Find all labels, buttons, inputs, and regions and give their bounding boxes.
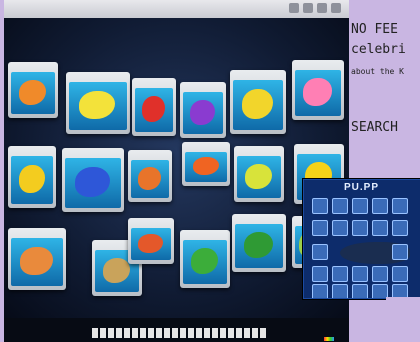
aquarium-tile[interactable] [8,62,58,118]
search-label[interactable]: SEARCH [351,120,398,135]
aquarium-tile[interactable] [128,150,172,202]
aquarium-tile-gallery [4,18,349,318]
overlay-headline-line-2: celebri [351,42,406,57]
grid-cell-icon[interactable] [332,284,348,298]
grid-cell-icon[interactable] [352,284,368,298]
grid-cell-icon[interactable] [372,220,388,236]
aquarium-tile[interactable] [182,142,230,186]
aquarium-tile[interactable] [62,148,124,212]
aquarium-tile[interactable] [234,146,284,202]
window-controls [289,3,341,13]
grid-cell-icon[interactable] [372,266,388,282]
grid-cell-icon[interactable] [392,220,408,236]
grid-cell-icon[interactable] [312,284,328,298]
aquarium-tile[interactable] [128,218,174,264]
grid-cell-icon[interactable] [312,244,328,260]
grid-cell-icon[interactable] [312,220,328,236]
grid-cell-icon[interactable] [352,266,368,282]
window-control-icon[interactable] [331,3,341,13]
aquarium-tile[interactable] [232,214,286,272]
aquarium-tile[interactable] [132,78,176,136]
rainbow-logo-icon [324,337,334,341]
bottom-bar [4,318,349,342]
grid-cell-icon[interactable] [332,266,348,282]
grid-cell-icon[interactable] [332,220,348,236]
aquarium-tile[interactable] [8,146,56,208]
fish-icon-grid-popup: PU.PP [303,179,420,299]
aquarium-tile[interactable] [292,60,344,120]
grid-cell-icon[interactable] [332,198,348,214]
aquarium-tile[interactable] [230,70,286,134]
window-control-icon[interactable] [303,3,313,13]
page-background-patch [386,297,420,342]
grid-cell-icon[interactable] [312,266,328,282]
grid-cell-icon[interactable] [392,198,408,214]
bottom-heading-graphic [92,328,267,338]
grid-cell-icon[interactable] [352,220,368,236]
screenshot-window [4,0,349,342]
aquarium-tile[interactable] [180,230,230,288]
grid-cell-icon[interactable] [392,244,408,260]
window-control-icon[interactable] [289,3,299,13]
overlay-caption: about the K [351,67,404,76]
popup-title: PU.PP [344,182,380,193]
grid-cell-icon[interactable] [312,198,328,214]
overlay-headline-line-1: NO FEE [351,22,398,37]
aquarium-tile[interactable] [180,82,226,138]
grid-cell-icon[interactable] [352,198,368,214]
grid-cell-icon[interactable] [392,266,408,282]
aquarium-tile[interactable] [8,228,66,290]
aquarium-tile[interactable] [66,72,130,134]
window-titlebar [4,0,349,18]
window-control-icon[interactable] [317,3,327,13]
grid-cell-icon[interactable] [372,198,388,214]
